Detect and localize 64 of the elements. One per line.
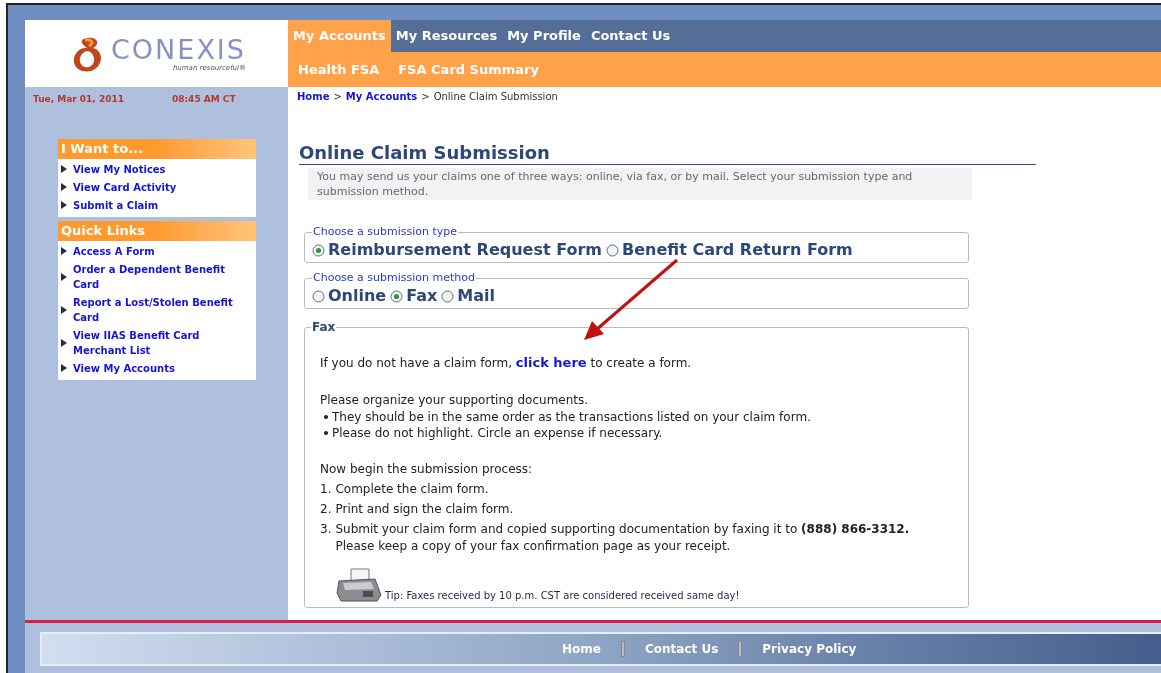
radio-label: Benefit Card Return Form [622, 240, 853, 260]
intro-text: You may send us your claims one of three ways: online, via fax, or by mail. Select your submission type and submission method. [308, 168, 972, 200]
triangle-icon [61, 338, 67, 347]
logo-wordmark: CONEXIS [111, 35, 246, 64]
triangle-icon [61, 165, 67, 173]
radio-button[interactable] [606, 243, 619, 257]
sidebar-link[interactable]: View IIAS Benefit Card Merchant List [73, 327, 243, 358]
step-number: 1. [320, 481, 332, 498]
separator-icon [620, 641, 625, 657]
step-text: Complete the claim form. [335, 481, 489, 498]
group-legend: Choose a submission type [312, 226, 459, 238]
separator-icon [738, 641, 743, 657]
bullet-text: They should be in the same order as the transactions listed on your claim form. [332, 409, 811, 425]
step-number: 3. [320, 521, 332, 538]
step-number: 2. [320, 501, 332, 518]
nav-tab[interactable]: My Resources [390, 20, 503, 52]
radio-label: Reimbursement Request Form [328, 240, 602, 260]
bullet-icon [324, 431, 328, 435]
radio-label: Online [328, 286, 387, 306]
radio-label: Fax [406, 286, 438, 306]
tip-text: Tip: Faxes received by 10 p.m. CST are considered received same day! [385, 589, 740, 603]
triangle-icon [61, 201, 67, 209]
footer-link[interactable]: Privacy Policy [762, 640, 857, 658]
breadcrumb-link[interactable]: My Accounts [345, 89, 418, 104]
sidebar-link[interactable]: View Card Activity [73, 179, 243, 195]
panel-title: Quick Links [58, 220, 256, 241]
organize-text: Please organize your supporting documents. [320, 392, 590, 409]
triangle-icon [61, 305, 67, 314]
page-title: Online Claim Submission [299, 142, 551, 164]
sidebar-link[interactable]: Report a Lost/Stolen Benefit Card [73, 294, 243, 325]
fax-machine-icon [335, 567, 383, 603]
time-text: 08:45 AM CT [172, 93, 236, 106]
step-note: Please keep a copy of your fax confirmation page as your receipt. [335, 538, 732, 555]
claim-form-sentence: If you do not have a claim form, click here to create a form. [320, 354, 693, 372]
sidebar-link[interactable]: Access A Form [73, 243, 243, 259]
sidebar-link[interactable]: Submit a Claim [73, 197, 243, 213]
panel-title: I Want to... [58, 138, 256, 159]
step-text: Submit your claim form and copied supporting documentation by faxing it to (888) 866-3312. [335, 521, 910, 538]
radio-button[interactable] [441, 289, 455, 303]
triangle-icon [61, 272, 67, 281]
bullet-text: Please do not highlight. Circle an expense if necessary. [332, 425, 663, 441]
bullet-icon [324, 415, 328, 419]
radio-label: Mail [457, 286, 495, 306]
radio-button[interactable] [312, 243, 325, 257]
process-text: Now begin the submission process: [320, 461, 534, 478]
sidebar-link[interactable]: View My Accounts [73, 360, 243, 376]
nav-tab[interactable]: My Profile [502, 20, 586, 52]
date-text: Tue, Mar 01, 2011 [33, 93, 125, 106]
triangle-icon [61, 183, 67, 191]
triangle-icon [61, 247, 67, 255]
sidebar-link[interactable]: View My Notices [73, 161, 243, 177]
group-legend: Choose a submission method [312, 272, 476, 284]
radio-button[interactable] [390, 289, 404, 303]
nav-tab[interactable]: Contact Us [585, 20, 676, 52]
click-here-link[interactable]: click here [515, 355, 587, 370]
breadcrumb-current: Online Claim Submission [433, 90, 558, 104]
breadcrumb-separator: > [421, 90, 430, 104]
breadcrumb-separator: > [333, 90, 342, 104]
triangle-icon [61, 364, 67, 372]
breadcrumb-link[interactable]: Home [297, 89, 330, 104]
sidebar-link[interactable]: Order a Dependent Benefit Card [73, 261, 243, 292]
radio-button[interactable] [312, 289, 325, 303]
step-text: Print and sign the claim form. [335, 501, 514, 518]
fax-legend: Fax [311, 318, 337, 337]
